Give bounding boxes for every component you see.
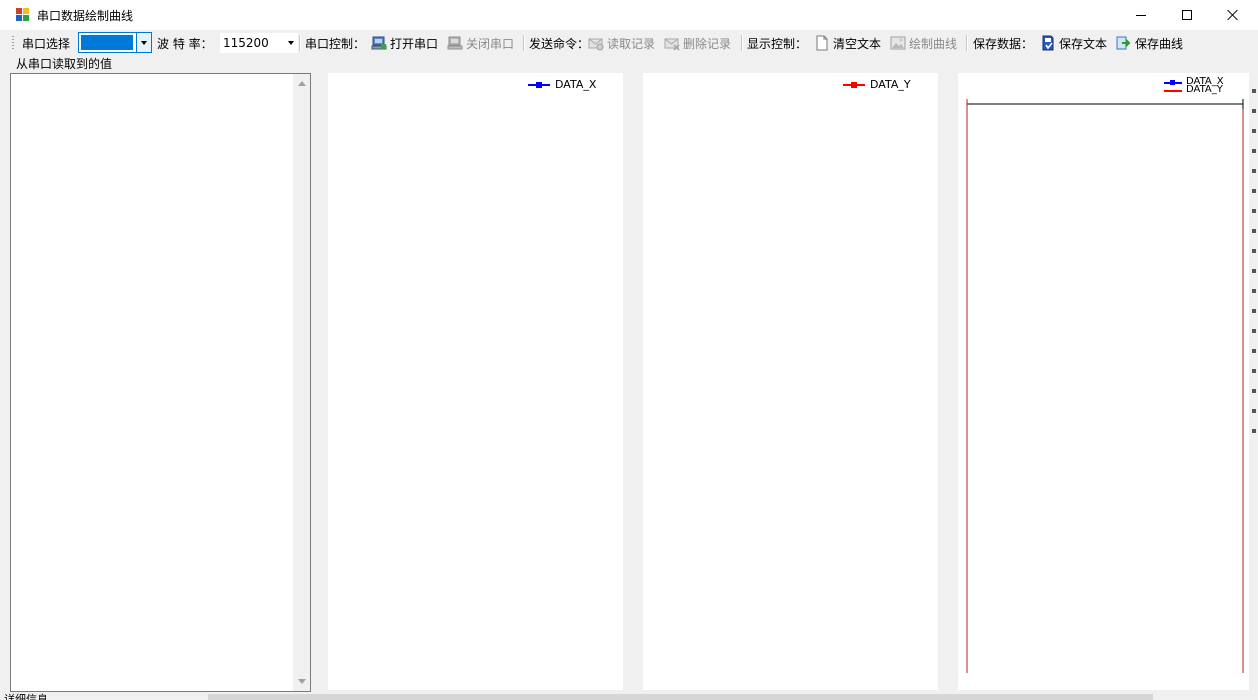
display-control-label: 显示控制：: [747, 37, 808, 51]
data-x-chart[interactable]: DATA_X: [328, 73, 623, 690]
close-port-button[interactable]: 关闭串口: [447, 33, 519, 53]
export-arrow-icon: [1116, 36, 1131, 50]
received-values-label: 从串口读取到的值: [16, 57, 113, 71]
vertical-scrollbar[interactable]: [293, 74, 310, 691]
computer-disabled-icon: [447, 36, 463, 50]
save-curve-button[interactable]: 保存曲线: [1116, 33, 1188, 53]
horizontal-scrollbar[interactable]: [208, 694, 1153, 700]
mail-delete-icon: [664, 38, 680, 51]
legend-marker: [851, 82, 857, 88]
plot-area-frame: [966, 99, 1244, 673]
legend-entry-label: DATA_Y: [870, 78, 911, 91]
serial-control-label: 串口控制：: [305, 37, 366, 51]
maximize-button[interactable]: [1164, 0, 1210, 30]
open-port-button[interactable]: 打开串口: [371, 33, 441, 53]
chevron-down-icon[interactable]: [136, 33, 151, 52]
baud-rate-combo[interactable]: 115200: [220, 33, 298, 53]
mail-read-icon: [588, 38, 604, 51]
minimize-button[interactable]: [1118, 0, 1164, 30]
toolbar-separator: [299, 35, 301, 51]
data-y-chart[interactable]: DATA_Y: [643, 73, 938, 690]
toolbar-separator: [741, 35, 743, 51]
save-text-button[interactable]: 保存文本: [1040, 33, 1112, 53]
clear-text-button[interactable]: 清空文本: [814, 33, 886, 53]
blank-page-icon: [816, 35, 828, 51]
port-select-label: 串口选择: [22, 37, 71, 51]
received-data-textbox[interactable]: [10, 73, 311, 692]
close-button[interactable]: [1210, 0, 1256, 30]
partial-side-panel: [1249, 73, 1258, 693]
save-data-label: 保存数据：: [973, 37, 1034, 51]
picture-icon: [890, 36, 906, 50]
legend-marker: [536, 82, 542, 88]
baud-rate-value: 115200: [223, 36, 269, 50]
maximize-icon: [1182, 10, 1192, 20]
data-xy-chart[interactable]: DATA_X DATA_Y: [958, 73, 1249, 690]
window-title: 串口数据绘制曲线: [37, 9, 134, 23]
minimize-icon: [1136, 15, 1146, 16]
delete-record-button[interactable]: 删除记录: [664, 33, 736, 53]
read-record-button[interactable]: 读取记录: [588, 33, 658, 53]
toolbar-separator: [966, 35, 968, 51]
computer-icon: [371, 36, 387, 50]
title-bar: 串口数据绘制曲线: [0, 0, 1258, 30]
app-chart-icon: [16, 8, 30, 22]
toolbar-grip[interactable]: [12, 36, 14, 50]
scroll-up-icon[interactable]: [298, 81, 306, 86]
send-command-label: 发送命令：: [529, 37, 590, 51]
toolbar-separator: [523, 35, 525, 51]
port-select-combo[interactable]: [78, 32, 152, 53]
baud-rate-label: 波 特 率：: [157, 37, 213, 51]
save-document-icon: [1042, 35, 1054, 51]
legend-entry-label: DATA_X: [555, 78, 597, 91]
toolbar: 串口选择 波 特 率： 115200 串口控制： 打开串口 关闭串口 发送命令：…: [0, 30, 1258, 56]
draw-curve-button[interactable]: 绘制曲线: [890, 33, 962, 53]
details-label: 详细信息: [4, 693, 48, 700]
chevron-down-icon[interactable]: [284, 33, 298, 53]
scroll-down-icon[interactable]: [298, 679, 306, 684]
port-select-value: [81, 35, 133, 50]
